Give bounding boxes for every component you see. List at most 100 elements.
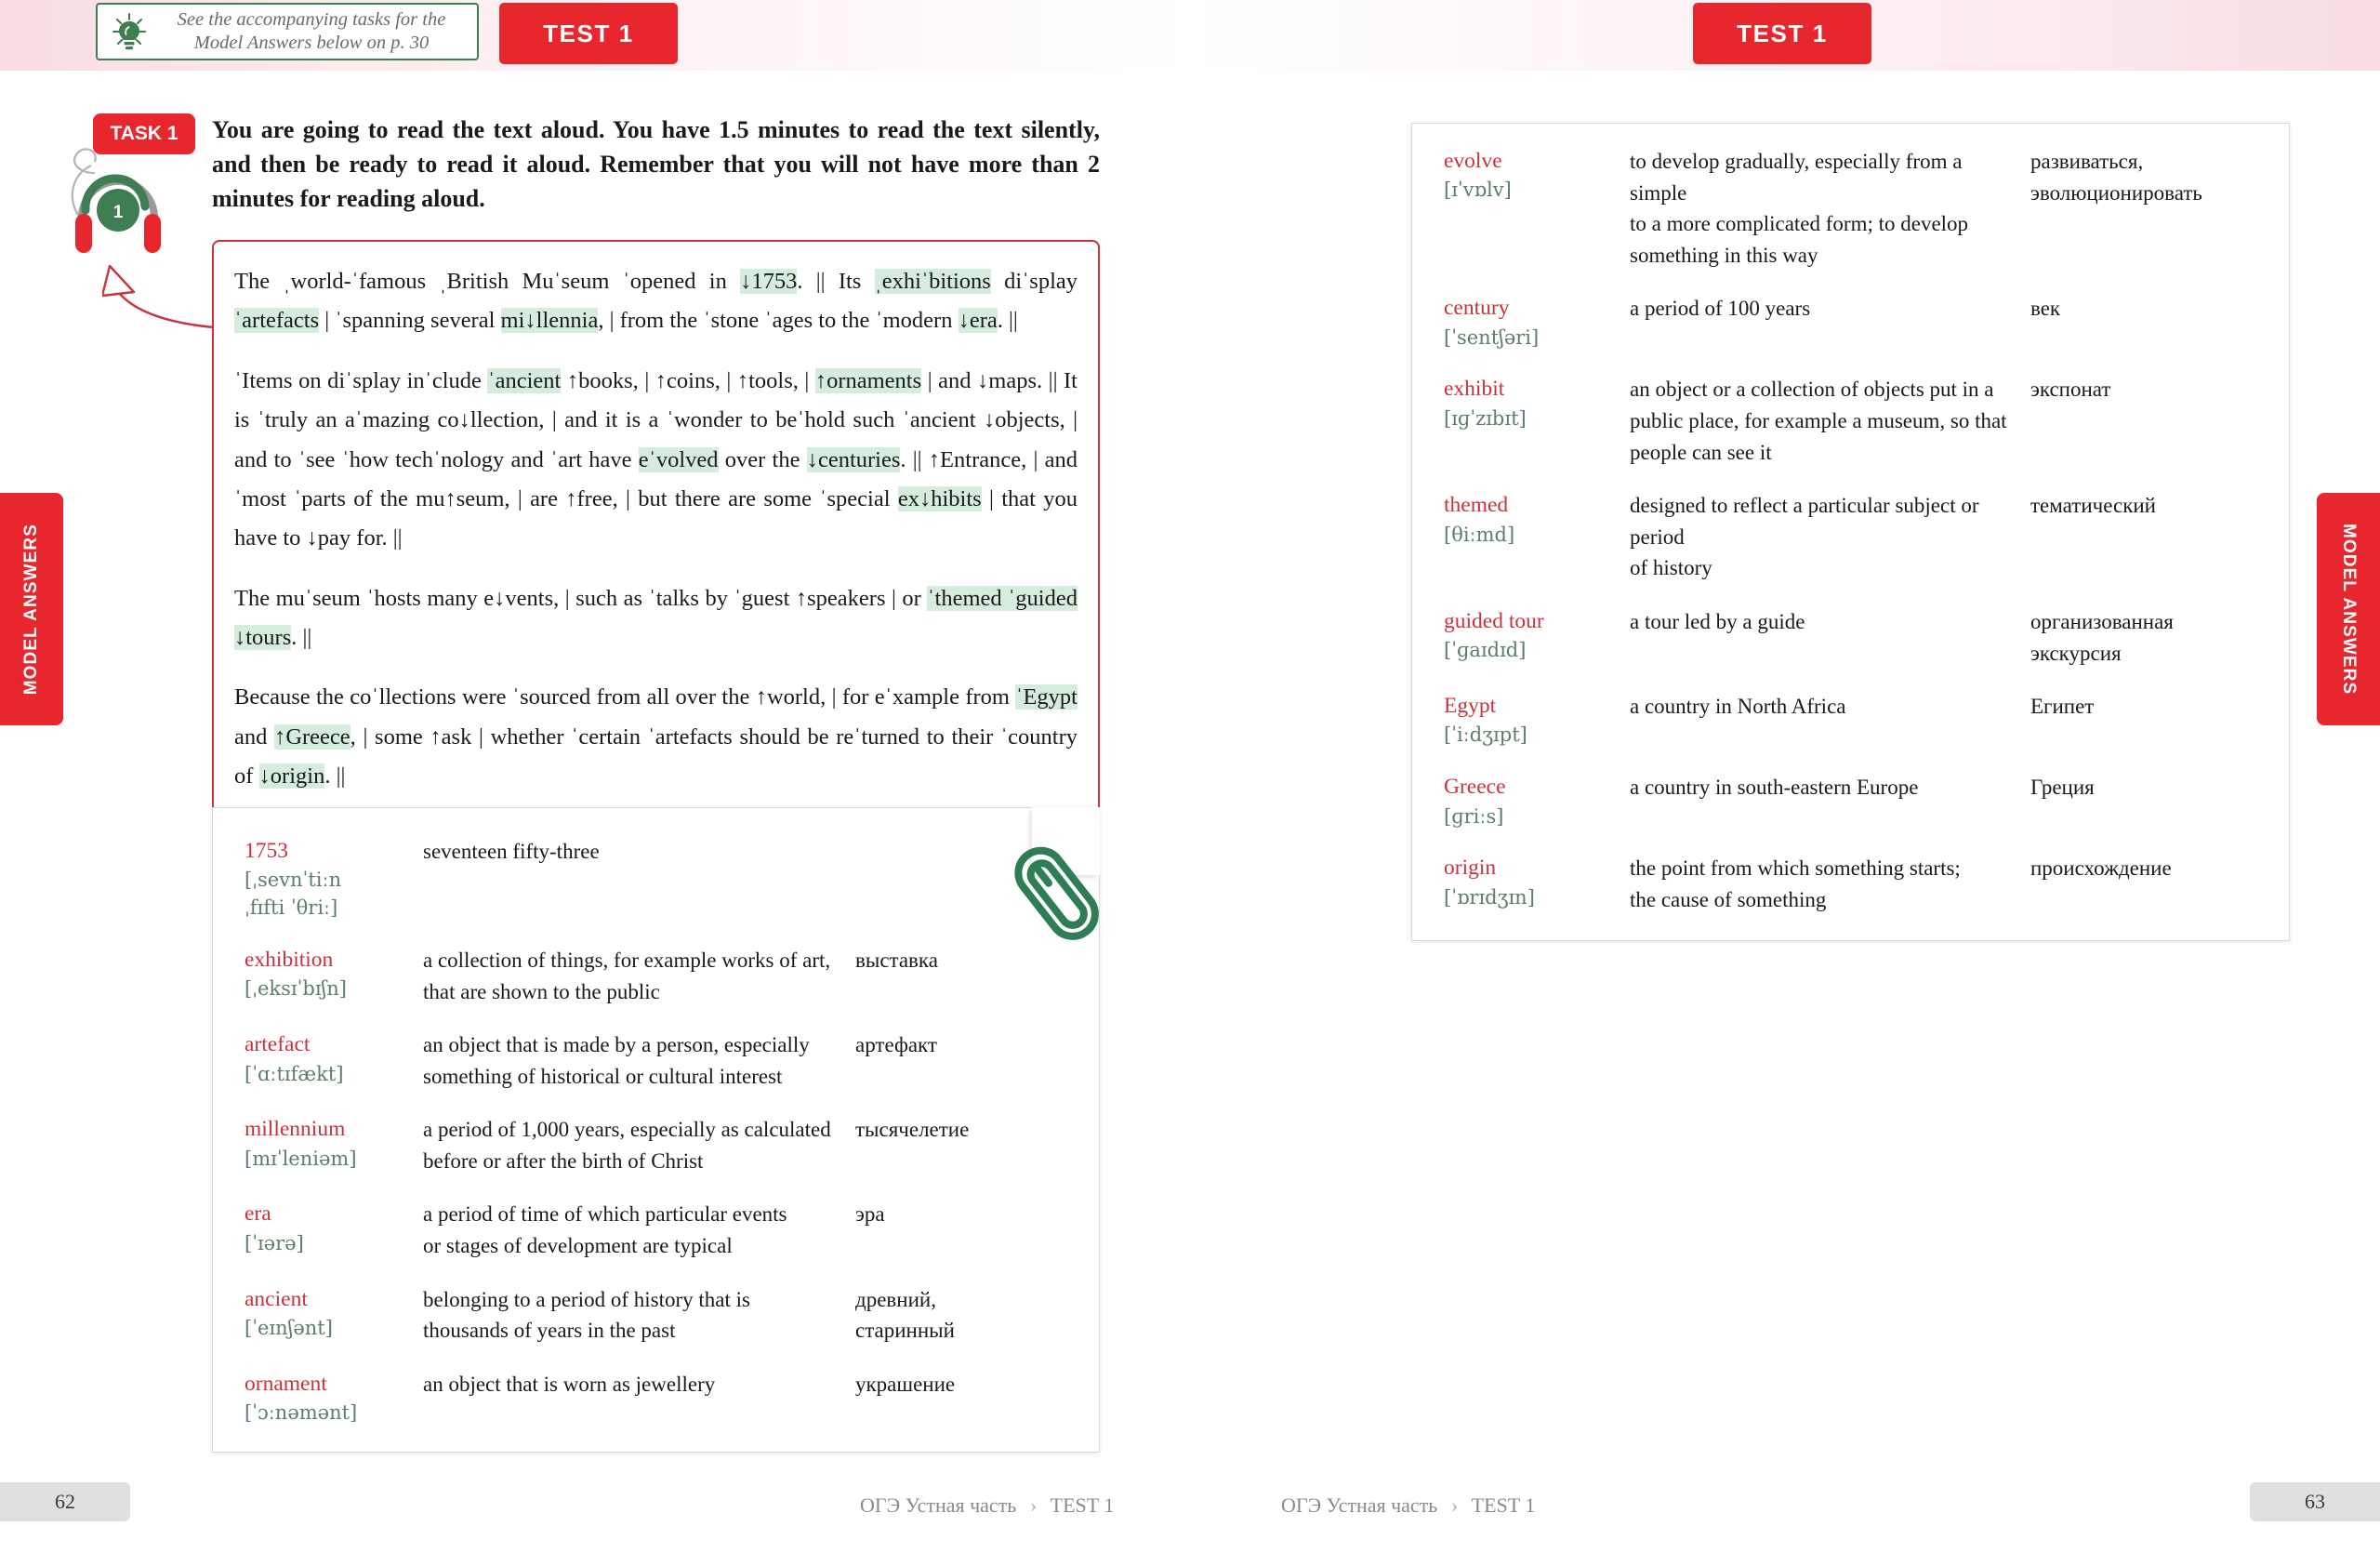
model-answers-tab-left-label: MODEL ANSWERS bbox=[21, 523, 41, 696]
glossary-word-cell: themed [θiːmd] bbox=[1444, 490, 1630, 584]
glossary-translation-cell: экспонат bbox=[2030, 374, 2261, 468]
glossary-ipa: [ˈɒrɪdʒɪn] bbox=[1444, 885, 1535, 909]
glossary-definition-cell: seventeen fifty-three bbox=[423, 836, 855, 922]
reading-text-box: The ˌworld-ˈfamous ˌBritish Muˈseum ˈope… bbox=[212, 240, 1100, 817]
glossary-row: origin [ˈɒrɪdʒɪn] the point from which som… bbox=[1444, 853, 2261, 915]
glossary-word-cell: ancient [ˈeɪnʃənt] bbox=[245, 1284, 423, 1347]
glossary-definition: the point from which something starts; t… bbox=[1630, 856, 1961, 912]
glossary-panel-right: evolve [ɪˈvɒlv] to develop gradually, espe… bbox=[1411, 123, 2290, 941]
glossary-ipa: [ˌsevnˈtiːn ˌfɪfti ˈθriː] bbox=[245, 869, 342, 920]
highlight-span: ↑ornaments bbox=[814, 367, 922, 393]
glossary-definition-cell: a period of time of which particular eve… bbox=[423, 1199, 855, 1261]
glossary-translation: украшение bbox=[855, 1372, 956, 1396]
glossary-headword: ornament bbox=[245, 1371, 327, 1396]
glossary-headword: millennium bbox=[245, 1117, 346, 1142]
glossary-word-cell: exhibit [ɪɡˈzɪbɪt] bbox=[1444, 374, 1630, 468]
glossary-headword: artefact bbox=[245, 1032, 311, 1057]
glossary-definition: a country in North Africa bbox=[1630, 695, 1846, 719]
highlight-span: ↓era bbox=[958, 308, 998, 334]
glossary-word-cell: Greece [ɡriːs] bbox=[1444, 772, 1630, 830]
glossary-translation-cell: организованная экскурсия bbox=[2030, 606, 2261, 669]
page-number-right: 63 bbox=[2250, 1482, 2380, 1521]
glossary-word-cell: era [ˈɪərə] bbox=[245, 1199, 423, 1261]
glossary-translation-cell: развиваться, эволюционировать bbox=[2030, 146, 2261, 271]
reading-paragraph: The ˌworld-ˈfamous ˌBritish Muˈseum ˈope… bbox=[234, 269, 1078, 334]
glossary-word-cell: millennium [mɪˈleniəm] bbox=[245, 1114, 423, 1176]
glossary-definition: an object that is worn as jewellery bbox=[423, 1372, 716, 1396]
glossary-card-left: 1753 [ˌsevnˈtiːn ˌfɪfti ˈθriː] seventeen f… bbox=[212, 807, 1100, 1453]
highlight-span: ↓centuries bbox=[806, 446, 901, 472]
highlight-span: ˈthemed ˈguided ↓tours bbox=[234, 585, 1078, 650]
glossary-word-cell: exhibition [ˌeksɪˈbɪʃn] bbox=[245, 945, 423, 1007]
glossary-definition-cell: a tour led by a guide bbox=[1630, 606, 2030, 669]
glossary-definition: to develop gradually, especially from a … bbox=[1630, 150, 1969, 267]
reading-paragraph: Because the coˈllections were ˈsourced f… bbox=[234, 684, 1078, 790]
glossary-ipa: [ɪˈvɒlv] bbox=[1444, 179, 1512, 202]
highlight-span: ↓1753 bbox=[740, 269, 798, 294]
glossary-translation-cell: древний, старинный bbox=[855, 1284, 1067, 1347]
glossary-definition-cell: a period of 100 years bbox=[1630, 293, 2030, 352]
glossary-translation: Греция bbox=[2030, 776, 2095, 800]
test-badge-right: TEST 1 bbox=[1693, 3, 1871, 64]
glossary-translation-cell: тематический bbox=[2030, 490, 2261, 584]
glossary-row: Greece [ɡriːs] a country in south-eastern … bbox=[1444, 772, 2261, 830]
glossary-translation-cell: век bbox=[2030, 293, 2261, 352]
glossary-row: guided tour [ˈɡaɪdɪd] a tour led by a guid… bbox=[1444, 606, 2261, 669]
glossary-definition-cell: to develop gradually, especially from a … bbox=[1630, 146, 2030, 271]
breadcrumb-section: ОГЭ Устная часть bbox=[1281, 1493, 1438, 1517]
task-instruction: You are going to read the text aloud. Yo… bbox=[212, 116, 1100, 212]
lightbulb-icon bbox=[111, 12, 148, 51]
glossary-definition: seventeen fifty-three bbox=[423, 840, 600, 863]
model-answers-tab-left[interactable]: MODEL ANSWERS bbox=[0, 493, 63, 725]
glossary-row: century [ˈsentʃəri] a period of 100 years в… bbox=[1444, 293, 2261, 352]
glossary-ipa: [ˌeksɪˈbɪʃn] bbox=[245, 977, 347, 1001]
glossary-translation: век bbox=[2030, 297, 2061, 321]
glossary-translation: происхождение bbox=[2030, 856, 2172, 881]
glossary-definition-cell: designed to reflect a particular subject… bbox=[1630, 490, 2030, 584]
glossary-word-cell: evolve [ɪˈvɒlv] bbox=[1444, 146, 1630, 271]
glossary-row: 1753 [ˌsevnˈtiːn ˌfɪfti ˈθriː] seventeen f… bbox=[245, 836, 1067, 922]
glossary-definition-cell: the point from which something starts; t… bbox=[1630, 853, 2030, 915]
highlight-span: ˈancient bbox=[487, 367, 562, 393]
task-badge: TASK 1 bbox=[93, 113, 195, 154]
glossary-translation-cell: Греция bbox=[2030, 772, 2261, 830]
highlight-span: ˈartefacts bbox=[234, 308, 320, 334]
model-answers-tab-right[interactable]: MODEL ANSWERS bbox=[2317, 493, 2380, 725]
glossary-ipa: [ˈɪərə] bbox=[245, 1231, 304, 1254]
breadcrumb-test: TEST 1 bbox=[1471, 1493, 1536, 1517]
model-answers-tab-right-label: MODEL ANSWERS bbox=[2339, 523, 2359, 696]
glossary-definition: a period of 100 years bbox=[1630, 297, 1811, 321]
glossary-headword: Egypt bbox=[1444, 694, 1497, 719]
glossary-headword: origin bbox=[1444, 856, 1497, 881]
breadcrumb-test: TEST 1 bbox=[1050, 1493, 1115, 1517]
highlight-span: ↓origin bbox=[258, 763, 325, 790]
glossary-ipa: [ˈiːdʒɪpt] bbox=[1444, 723, 1527, 747]
glossary-word-cell: guided tour [ˈɡaɪdɪd] bbox=[1444, 606, 1630, 669]
page-number-left: 62 bbox=[0, 1482, 130, 1521]
glossary-translation-cell: эра bbox=[855, 1199, 1067, 1261]
glossary-translation: артефакт bbox=[855, 1033, 937, 1057]
glossary-ipa: [ɡriːs] bbox=[1444, 804, 1504, 828]
glossary-definition: an object or a collection of objects put… bbox=[1630, 378, 2007, 464]
glossary-definition: a period of 1,000 years, especially as c… bbox=[423, 1118, 831, 1173]
glossary-row: era [ˈɪərə] a period of time of which part… bbox=[245, 1199, 1067, 1261]
glossary-ipa: [ˈɡaɪdɪd] bbox=[1444, 639, 1527, 662]
glossary-row: millennium [mɪˈleniəm] a period of 1,000 y… bbox=[245, 1114, 1067, 1176]
highlight-span: ˌexhiˈbitions bbox=[874, 269, 991, 294]
glossary-translation: эра bbox=[855, 1202, 885, 1227]
paperclip-icon bbox=[1000, 832, 1112, 953]
glossary-translation: тысячелетие bbox=[855, 1118, 970, 1142]
highlight-span: ex↓hibits bbox=[897, 485, 982, 511]
glossary-row: artefact [ˈɑːtɪfækt] an object that is mad… bbox=[245, 1029, 1067, 1092]
breadcrumb-left: ОГЭ Устная часть › TEST 1 bbox=[860, 1493, 1114, 1518]
glossary-translation-cell: выставка bbox=[855, 945, 1067, 1007]
glossary-headword: evolve bbox=[1444, 149, 1502, 173]
glossary-translation: Египет bbox=[2030, 695, 2095, 719]
glossary-translation: древний, старинный bbox=[855, 1287, 955, 1343]
glossary-translation-cell: происхождение bbox=[2030, 853, 2261, 915]
book-spread: See the accompanying tasks for the Model… bbox=[0, 0, 2380, 1566]
glossary-headword: guided tour bbox=[1444, 608, 1544, 633]
glossary-word-cell: Egypt [ˈiːdʒɪpt] bbox=[1444, 691, 1630, 750]
glossary-translation: тематический bbox=[2030, 494, 2156, 518]
breadcrumb-separator-icon: › bbox=[1029, 1493, 1038, 1517]
